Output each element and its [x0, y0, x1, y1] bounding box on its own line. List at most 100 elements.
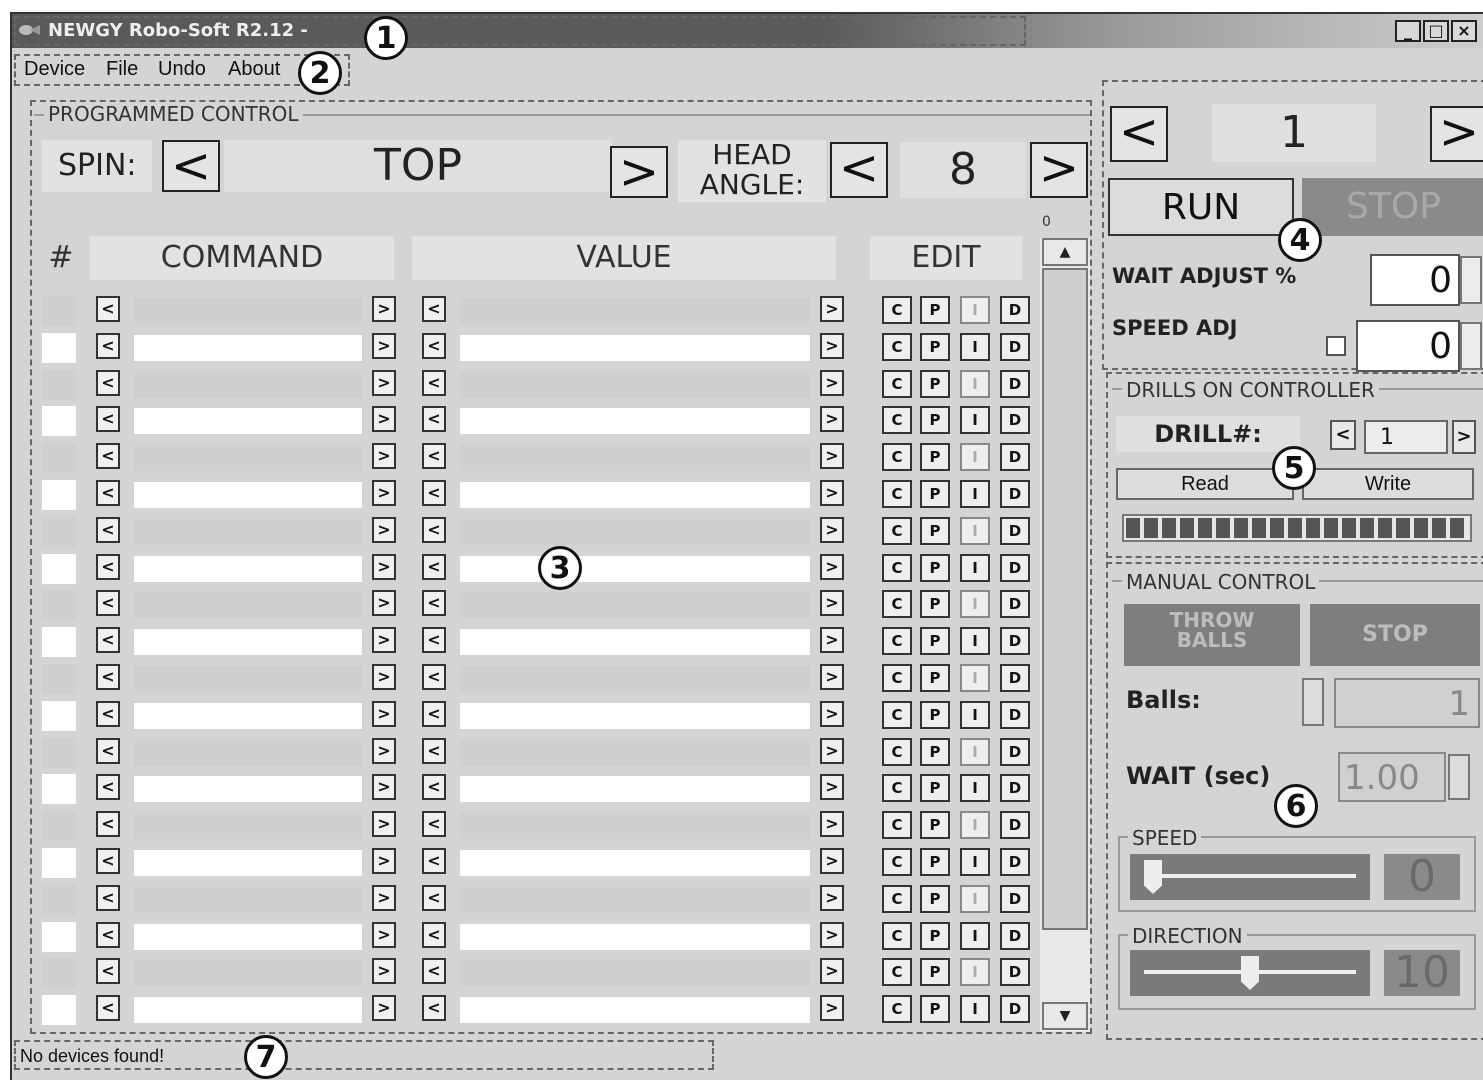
command-prev-button[interactable]: <: [96, 480, 120, 506]
command-next-button[interactable]: >: [372, 369, 396, 396]
insert-button[interactable]: I: [960, 664, 990, 692]
value-next-button[interactable]: >: [820, 884, 844, 911]
delete-button[interactable]: D: [1000, 700, 1030, 729]
value-next-button[interactable]: >: [820, 443, 844, 470]
value-cell[interactable]: [460, 997, 810, 1024]
value-prev-button[interactable]: <: [422, 737, 446, 764]
value-next-button[interactable]: >: [820, 553, 844, 580]
direction-slider-thumb[interactable]: [1241, 956, 1259, 990]
copy-button[interactable]: C: [882, 884, 912, 913]
command-cell[interactable]: [134, 371, 362, 398]
value-prev-button[interactable]: <: [422, 664, 446, 690]
read-button[interactable]: Read: [1116, 468, 1294, 500]
command-cell[interactable]: [134, 886, 362, 913]
menu-undo[interactable]: Undo: [158, 58, 206, 81]
insert-button[interactable]: I: [960, 406, 990, 435]
manual-stop-button[interactable]: STOP: [1310, 604, 1480, 666]
value-cell[interactable]: [460, 592, 810, 619]
value-next-button[interactable]: >: [820, 627, 844, 654]
paste-button[interactable]: P: [920, 480, 950, 508]
drill-prev-button[interactable]: <: [1110, 106, 1168, 162]
command-prev-button[interactable]: <: [96, 884, 120, 911]
command-cell[interactable]: [134, 555, 362, 582]
delete-button[interactable]: D: [1000, 332, 1030, 361]
value-prev-button[interactable]: <: [422, 774, 446, 801]
paste-button[interactable]: P: [920, 590, 950, 619]
value-next-button[interactable]: >: [820, 921, 844, 948]
value-next-button[interactable]: >: [820, 700, 844, 727]
command-cell[interactable]: [134, 997, 362, 1024]
insert-button[interactable]: I: [960, 516, 990, 545]
copy-button[interactable]: C: [882, 332, 912, 361]
wait-adjust-spinner[interactable]: [1460, 256, 1482, 304]
insert-button[interactable]: I: [960, 296, 990, 324]
command-prev-button[interactable]: <: [96, 737, 120, 764]
spin-prev-button[interactable]: <: [162, 140, 220, 192]
copy-button[interactable]: C: [882, 700, 912, 729]
throw-balls-button[interactable]: THROW BALLS: [1124, 604, 1300, 666]
command-prev-button[interactable]: <: [96, 332, 120, 359]
command-prev-button[interactable]: <: [96, 627, 120, 654]
value-cell[interactable]: [460, 886, 810, 913]
copy-button[interactable]: C: [882, 553, 912, 582]
command-prev-button[interactable]: <: [96, 774, 120, 801]
paste-button[interactable]: P: [920, 848, 950, 876]
command-prev-button[interactable]: <: [96, 995, 120, 1022]
spin-next-button[interactable]: >: [610, 146, 668, 198]
delete-button[interactable]: D: [1000, 406, 1030, 435]
insert-button[interactable]: I: [960, 700, 990, 729]
value-prev-button[interactable]: <: [422, 884, 446, 911]
scroll-up-button[interactable]: ▲: [1042, 238, 1088, 266]
command-cell[interactable]: [134, 776, 362, 803]
insert-button[interactable]: I: [960, 590, 990, 619]
command-cell[interactable]: [134, 334, 362, 361]
copy-button[interactable]: C: [882, 443, 912, 472]
value-cell[interactable]: [460, 445, 810, 472]
delete-button[interactable]: D: [1000, 480, 1030, 508]
value-prev-button[interactable]: <: [422, 811, 446, 838]
insert-button[interactable]: I: [960, 811, 990, 840]
run-button[interactable]: RUN: [1108, 178, 1294, 236]
value-cell[interactable]: [460, 923, 810, 950]
value-cell[interactable]: [460, 298, 810, 324]
paste-button[interactable]: P: [920, 443, 950, 472]
paste-button[interactable]: P: [920, 369, 950, 398]
command-next-button[interactable]: >: [372, 811, 396, 838]
delete-button[interactable]: D: [1000, 884, 1030, 913]
value-cell[interactable]: [460, 629, 810, 656]
insert-button[interactable]: I: [960, 995, 990, 1024]
command-cell[interactable]: [134, 702, 362, 729]
copy-button[interactable]: C: [882, 737, 912, 766]
command-prev-button[interactable]: <: [96, 406, 120, 433]
command-next-button[interactable]: >: [372, 480, 396, 506]
command-next-button[interactable]: >: [372, 774, 396, 801]
scroll-thumb[interactable]: [1042, 268, 1088, 930]
delete-button[interactable]: D: [1000, 921, 1030, 950]
delete-button[interactable]: D: [1000, 369, 1030, 398]
value-prev-button[interactable]: <: [422, 406, 446, 433]
value-next-button[interactable]: >: [820, 664, 844, 690]
menu-device[interactable]: Device: [24, 58, 85, 81]
wait-sec-spinner[interactable]: [1448, 754, 1470, 800]
maximize-button[interactable]: □: [1423, 20, 1449, 42]
copy-button[interactable]: C: [882, 406, 912, 435]
copy-button[interactable]: C: [882, 664, 912, 692]
delete-button[interactable]: D: [1000, 627, 1030, 656]
command-cell[interactable]: [134, 629, 362, 656]
value-prev-button[interactable]: <: [422, 516, 446, 543]
value-prev-button[interactable]: <: [422, 480, 446, 506]
value-cell[interactable]: [460, 739, 810, 766]
command-next-button[interactable]: >: [372, 995, 396, 1022]
command-cell[interactable]: [134, 923, 362, 950]
copy-button[interactable]: C: [882, 516, 912, 545]
insert-button[interactable]: I: [960, 921, 990, 950]
value-prev-button[interactable]: <: [422, 848, 446, 874]
value-cell[interactable]: [460, 482, 810, 508]
delete-button[interactable]: D: [1000, 516, 1030, 545]
speed-slider-thumb[interactable]: [1144, 860, 1162, 894]
delete-button[interactable]: D: [1000, 958, 1030, 987]
command-next-button[interactable]: >: [372, 884, 396, 911]
value-prev-button[interactable]: <: [422, 995, 446, 1022]
command-next-button[interactable]: >: [372, 700, 396, 727]
insert-button[interactable]: I: [960, 958, 990, 987]
